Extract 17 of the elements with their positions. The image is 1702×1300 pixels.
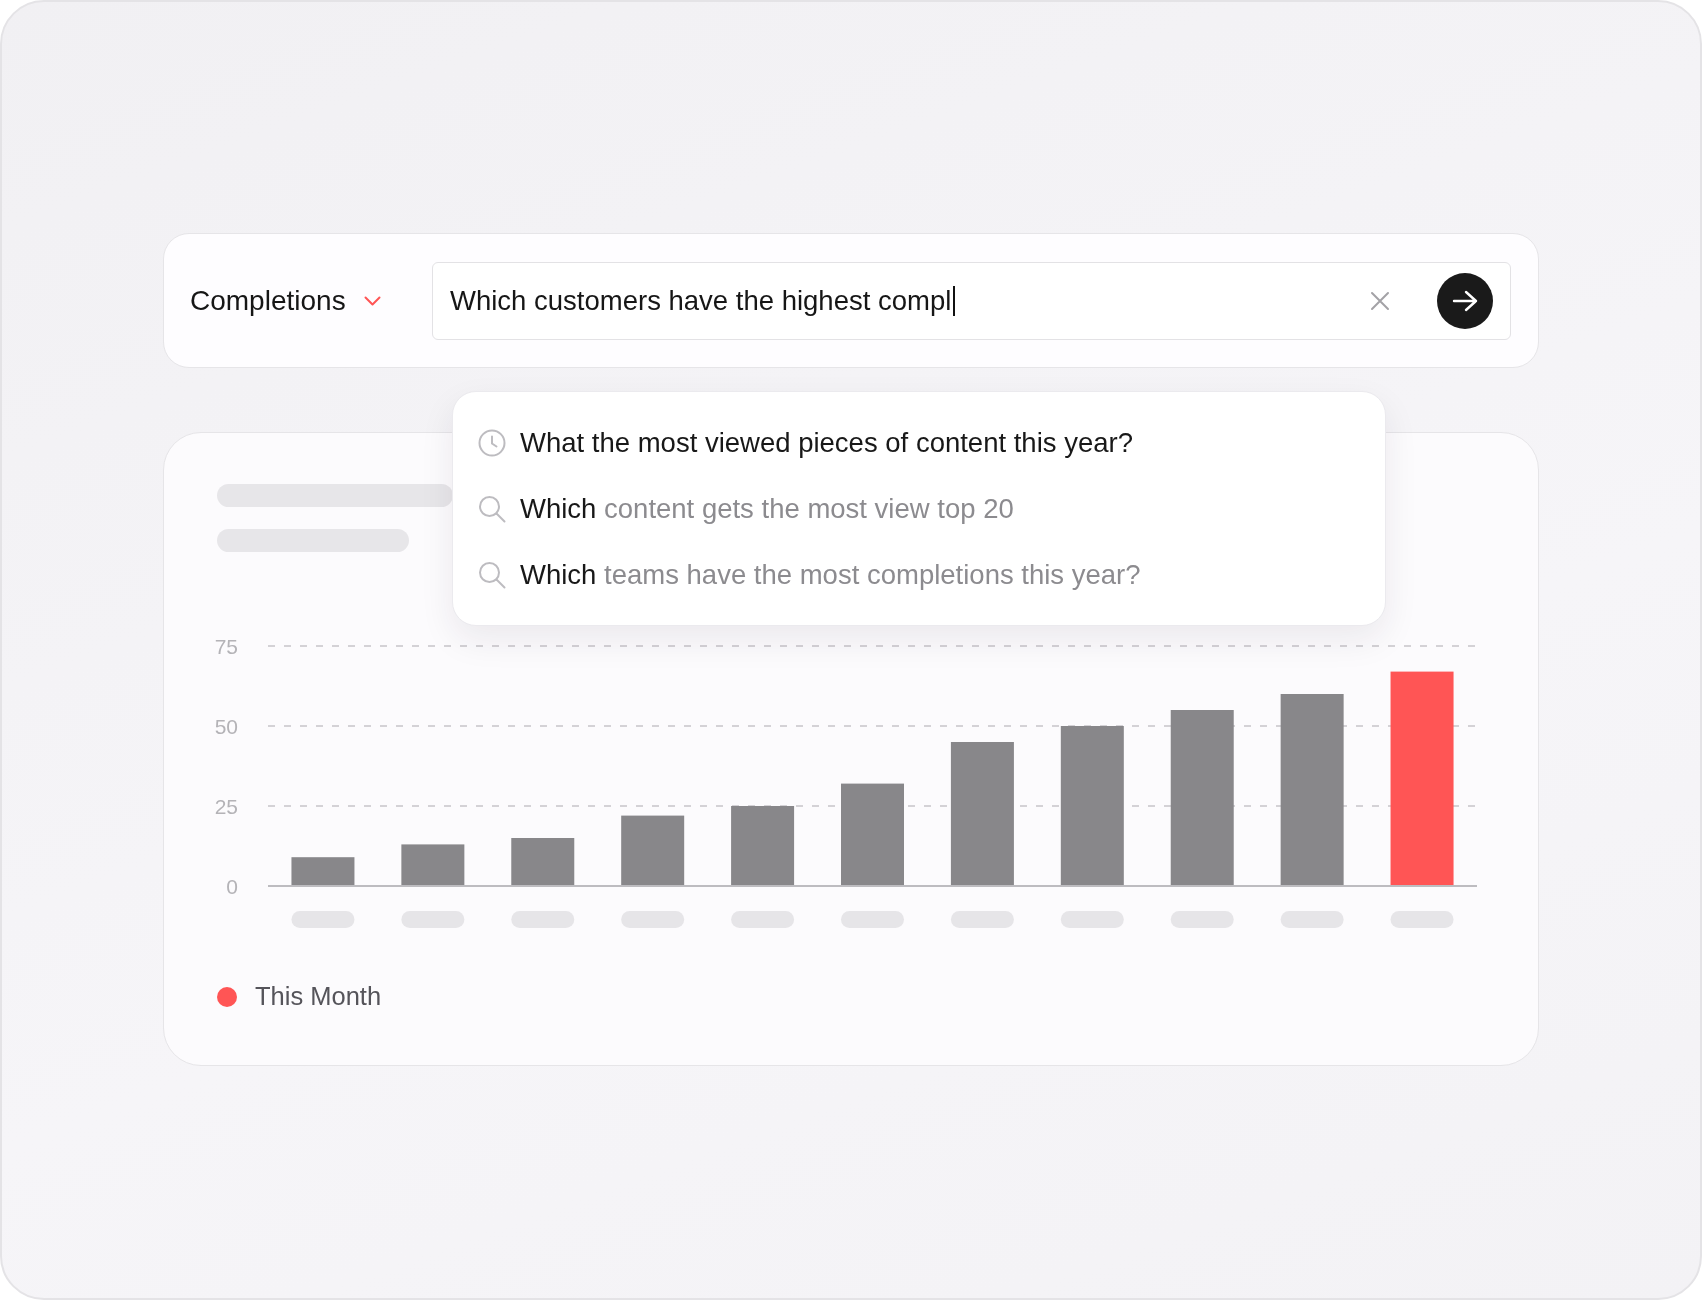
metric-dropdown[interactable]: Completions xyxy=(190,280,381,321)
y-axis-label: 25 xyxy=(214,795,238,818)
chevron-down-icon xyxy=(363,295,381,306)
search-icon xyxy=(478,495,506,523)
y-axis-label: 0 xyxy=(226,875,238,898)
legend-label: This Month xyxy=(255,982,382,1011)
search-icon xyxy=(478,561,506,589)
close-icon xyxy=(1370,290,1390,311)
suggestion-item[interactable]: Which content gets the most view top 20 xyxy=(478,476,1361,542)
y-axis-label: 50 xyxy=(214,715,238,738)
suggestion-item[interactable]: Which teams have the most completions this year? xyxy=(478,542,1361,608)
clock-icon xyxy=(478,429,506,457)
y-axis-label: 75 xyxy=(214,635,238,658)
text-cursor-icon xyxy=(953,285,956,316)
arrow-right-icon xyxy=(1452,289,1478,312)
search-field[interactable]: Which customers have the highest compl xyxy=(432,261,1511,340)
suggestion-item[interactable]: What the most viewed pieces of content this year? xyxy=(478,410,1361,476)
